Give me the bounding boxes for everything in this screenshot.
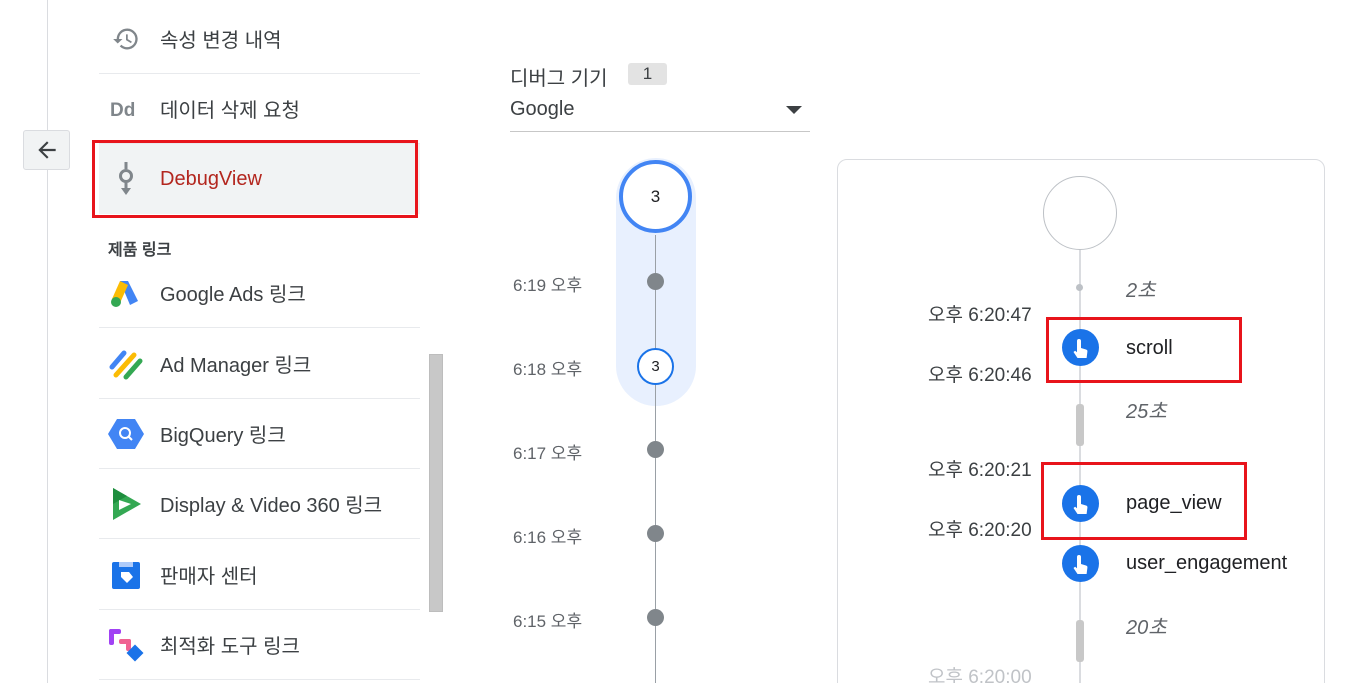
data-deletion-icon: Dd bbox=[107, 90, 145, 128]
sidebar-item-label: 속성 변경 내역 bbox=[160, 30, 282, 52]
time-gap-bar bbox=[1076, 404, 1084, 446]
google-ads-icon bbox=[107, 274, 145, 312]
minute-time-label: 6:19 오후 bbox=[513, 276, 583, 295]
seconds-timeline-line bbox=[1079, 250, 1081, 683]
minute-dot[interactable] bbox=[647, 525, 664, 542]
sidebar-item-google-ads-link[interactable]: Google Ads 링크 bbox=[99, 258, 420, 328]
sidebar-item-label: Ad Manager 링크 bbox=[160, 355, 312, 377]
debug-device-count-badge: 1 bbox=[628, 63, 667, 85]
history-icon bbox=[107, 20, 145, 58]
seconds-top-circle bbox=[1043, 176, 1117, 250]
minute-event-count[interactable]: 3 bbox=[637, 348, 674, 385]
sidebar-item-data-deletion-requests[interactable]: Dd 데이터 삭제 요청 bbox=[99, 74, 420, 144]
debug-icon bbox=[107, 160, 145, 198]
debug-device-label: 디버그 기기 bbox=[510, 68, 608, 90]
minute-dot[interactable] bbox=[647, 441, 664, 458]
sidebar-item-property-change-history[interactable]: 속성 변경 내역 bbox=[99, 4, 420, 74]
display-video-360-icon bbox=[107, 485, 145, 523]
optimize-icon bbox=[107, 626, 145, 664]
sidebar-item-label: Display & Video 360 링크 bbox=[160, 495, 383, 517]
sidebar-item-debugview[interactable]: DebugView bbox=[99, 144, 420, 214]
event-name-user-engagement[interactable]: user_engagement bbox=[1126, 552, 1287, 575]
event-touch-icon[interactable] bbox=[1062, 329, 1099, 366]
sidebar-item-merchant-center[interactable]: 판매자 센터 bbox=[99, 540, 420, 610]
minute-dot[interactable] bbox=[647, 609, 664, 626]
merchant-center-icon bbox=[107, 556, 145, 594]
sidebar-item-label: 최적화 도구 링크 bbox=[160, 636, 300, 658]
sidebar-item-label: BigQuery 링크 bbox=[160, 425, 286, 447]
time-gap-bar bbox=[1076, 620, 1084, 662]
section-header-product-links: 제품 링크 bbox=[108, 242, 172, 259]
sidebar-item-bigquery-link[interactable]: BigQuery 링크 bbox=[99, 399, 420, 469]
minute-dot[interactable] bbox=[647, 273, 664, 290]
sidebar-item-label: 데이터 삭제 요청 bbox=[160, 100, 300, 122]
event-touch-icon[interactable] bbox=[1062, 545, 1099, 582]
event-touch-icon[interactable] bbox=[1062, 485, 1099, 522]
time-gap-label: 25초 bbox=[1126, 401, 1167, 423]
sidebar-item-display-video-360-link[interactable]: Display & Video 360 링크 bbox=[99, 469, 420, 539]
minute-time-label: 6:16 오후 bbox=[513, 528, 583, 547]
time-gap-label: 20초 bbox=[1126, 617, 1167, 639]
sidebar-item-ad-manager-link[interactable]: Ad Manager 링크 bbox=[99, 329, 420, 399]
minute-time-label: 6:15 오후 bbox=[513, 612, 583, 631]
event-timestamp: 오후 6:20:00 bbox=[928, 667, 1032, 683]
debug-device-select[interactable]: Google bbox=[510, 92, 810, 132]
sidebar-item-label: 판매자 센터 bbox=[160, 566, 258, 588]
minute-time-label: 6:18 오후 bbox=[513, 360, 583, 379]
event-timestamp: 오후 6:20:47 bbox=[928, 305, 1032, 326]
event-name-scroll[interactable]: scroll bbox=[1126, 337, 1173, 360]
svg-text:Dd: Dd bbox=[110, 100, 135, 121]
seconds-dot bbox=[1076, 284, 1083, 291]
event-timestamp: 오후 6:20:21 bbox=[928, 460, 1032, 481]
minutes-top-count[interactable]: 3 bbox=[619, 160, 692, 233]
chevron-down-icon bbox=[786, 106, 802, 114]
event-timestamp: 오후 6:20:46 bbox=[928, 365, 1032, 386]
left-rail-divider bbox=[47, 0, 48, 683]
event-name-page-view[interactable]: page_view bbox=[1126, 492, 1222, 515]
event-timestamp: 오후 6:20:20 bbox=[928, 520, 1032, 541]
bigquery-icon bbox=[107, 415, 145, 453]
time-gap-label: 2초 bbox=[1126, 280, 1156, 302]
sidebar-scrollbar[interactable] bbox=[429, 354, 443, 612]
ad-manager-icon bbox=[107, 345, 145, 383]
minute-time-label: 6:17 오후 bbox=[513, 444, 583, 463]
back-button[interactable] bbox=[23, 130, 70, 170]
sidebar-item-label: Google Ads 링크 bbox=[160, 284, 306, 306]
sidebar-item-label: DebugView bbox=[160, 167, 262, 190]
sidebar-item-optimize-link[interactable]: 최적화 도구 링크 bbox=[99, 610, 420, 680]
debug-device-selected: Google bbox=[510, 98, 575, 120]
arrow-left-icon bbox=[37, 141, 56, 159]
